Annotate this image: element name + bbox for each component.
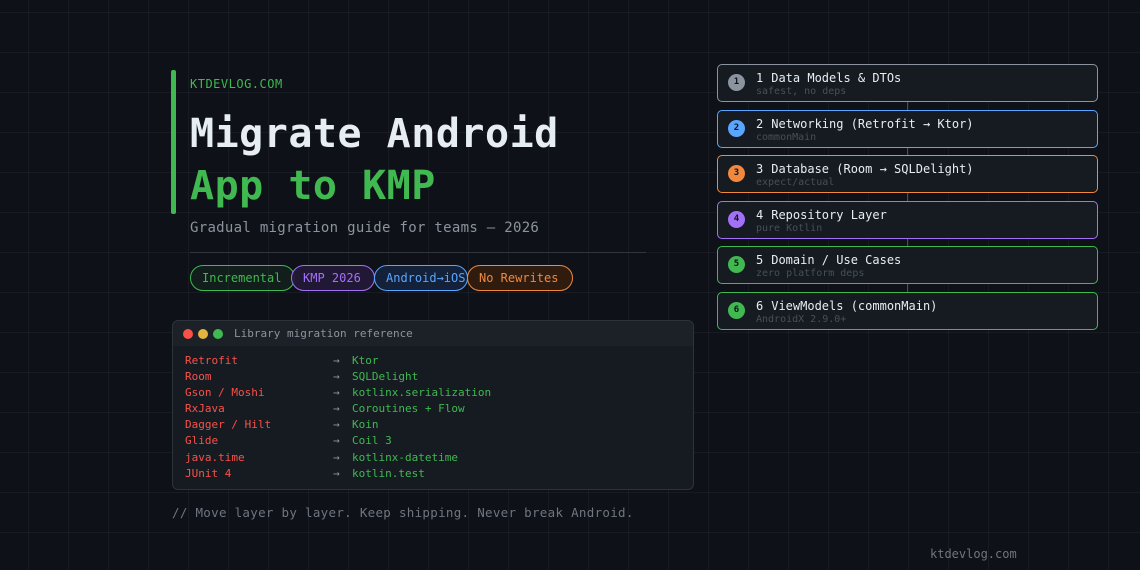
step-label: 5 Domain / Use Cases — [756, 253, 901, 267]
step-subtitle: safest, no deps — [756, 86, 847, 97]
migration-row: Room → SQLDelight — [185, 369, 693, 385]
step-label: 4 Repository Layer — [756, 208, 887, 222]
step-number-icon: 3 — [728, 165, 745, 182]
step-number: 4 — [756, 208, 764, 222]
arrow-icon: → — [333, 370, 340, 384]
step-connector — [907, 193, 908, 201]
library-from: Glide — [185, 434, 219, 448]
library-to: Coroutines + Flow — [352, 402, 465, 416]
pill-no-rewrites: No Rewrites — [467, 265, 573, 291]
migration-row: Gson / Moshi → kotlinx.serialization — [185, 385, 693, 401]
step-number-icon: 6 — [728, 302, 745, 319]
page-title: Migrate Android App to KMP — [190, 108, 559, 212]
pill-kmp-2026: KMP 2026 — [291, 265, 375, 291]
close-dot-icon — [183, 328, 193, 339]
step-label: 1 Data Models & DTOs — [756, 71, 901, 85]
step-number: 1 — [756, 71, 764, 85]
migration-row: java.time → kotlinx-datetime — [185, 450, 693, 466]
library-to: SQLDelight — [352, 370, 419, 384]
step-subtitle: pure Kotlin — [756, 223, 823, 234]
pill-incremental: Incremental — [190, 265, 295, 291]
step-number-icon: 2 — [728, 120, 745, 137]
step-card-1: 1 1 Data Models & DTOs safest, no deps — [717, 64, 1098, 102]
library-to: Koin — [352, 418, 379, 432]
terminal-title: Library migration reference — [234, 327, 413, 340]
divider — [190, 252, 646, 253]
step-subtitle: expect/actual — [756, 177, 835, 188]
arrow-icon: → — [333, 466, 340, 480]
arrow-icon: → — [333, 418, 340, 432]
title-line-2: App to KMP — [190, 163, 436, 209]
library-from: Gson / Moshi — [185, 386, 265, 400]
library-to: kotlin.test — [352, 466, 425, 480]
site-tag: KTDEVLOG.COM — [190, 77, 283, 91]
arrow-icon: → — [333, 450, 340, 464]
step-title: Repository Layer — [771, 208, 887, 222]
step-card-2: 2 2 Networking (Retrofit → Ktor) commonMa… — [717, 110, 1098, 148]
step-number-icon: 1 — [728, 74, 745, 91]
step-connector — [907, 102, 908, 110]
library-migration-terminal: Library migration reference Retrofit → K… — [172, 320, 694, 490]
arrow-icon: → — [333, 434, 340, 448]
library-from: Room — [185, 370, 212, 384]
library-to: kotlinx.serialization — [352, 386, 492, 400]
library-from: Dagger / Hilt — [185, 418, 272, 432]
arrow-icon: → — [333, 402, 340, 416]
step-title: Database (Room → SQLDelight) — [771, 162, 974, 176]
maximize-dot-icon — [213, 328, 223, 339]
step-number-icon: 4 — [728, 211, 745, 228]
terminal-body: Retrofit → Ktor Room → SQLDelight Gson /… — [173, 346, 693, 482]
step-subtitle: commonMain — [756, 132, 817, 143]
library-from: JUnit 4 — [185, 466, 232, 480]
footer-site: ktdevlog.com — [930, 547, 1017, 561]
library-from: java.time — [185, 450, 245, 464]
library-from: RxJava — [185, 402, 225, 416]
step-number: 6 — [756, 299, 764, 313]
step-number: 5 — [756, 253, 764, 267]
minimize-dot-icon — [198, 328, 208, 339]
step-subtitle: AndroidX 2.9.0+ — [756, 314, 847, 325]
migration-row: Glide → Coil 3 — [185, 433, 693, 449]
step-subtitle: zero platform deps — [756, 268, 865, 279]
step-connector — [907, 284, 908, 292]
library-to: Coil 3 — [352, 434, 392, 448]
step-title: Data Models & DTOs — [771, 71, 902, 85]
step-number: 2 — [756, 117, 764, 131]
step-title: ViewModels (commonMain) — [771, 299, 938, 313]
step-label: 6 ViewModels (commonMain) — [756, 299, 937, 313]
arrow-icon: → — [333, 386, 340, 400]
step-label: 2 Networking (Retrofit → Ktor) — [756, 117, 974, 131]
accent-bar — [171, 70, 176, 214]
step-card-4: 4 4 Repository Layer pure Kotlin — [717, 201, 1098, 239]
library-to: Ktor — [352, 354, 379, 367]
step-number: 3 — [756, 162, 764, 176]
step-number-icon: 5 — [728, 256, 745, 273]
arrow-icon: → — [333, 354, 340, 367]
pill-android-ios: Android→iOS — [374, 265, 468, 291]
tagline: // Move layer by layer. Keep shipping. N… — [172, 505, 634, 520]
migration-row: RxJava → Coroutines + Flow — [185, 401, 693, 417]
step-title: Domain / Use Cases — [771, 253, 902, 267]
step-label: 3 Database (Room → SQLDelight) — [756, 162, 974, 176]
subtitle: Gradual migration guide for teams — 2026 — [190, 220, 540, 236]
step-card-5: 5 5 Domain / Use Cases zero platform deps — [717, 246, 1098, 284]
terminal-title-bar: Library migration reference — [173, 321, 693, 346]
library-from: Retrofit — [185, 354, 238, 367]
step-card-3: 3 3 Database (Room → SQLDelight) expect/a… — [717, 155, 1098, 193]
migration-row: Dagger / Hilt → Koin — [185, 417, 693, 433]
step-card-6: 6 6 ViewModels (commonMain) AndroidX 2.9.… — [717, 292, 1098, 330]
library-to: kotlinx-datetime — [352, 450, 458, 464]
migration-row: Retrofit → Ktor — [185, 353, 693, 369]
migration-row: JUnit 4 → kotlin.test — [185, 466, 693, 482]
step-title: Networking (Retrofit → Ktor) — [771, 117, 974, 131]
title-line-1: Migrate Android — [190, 111, 559, 157]
